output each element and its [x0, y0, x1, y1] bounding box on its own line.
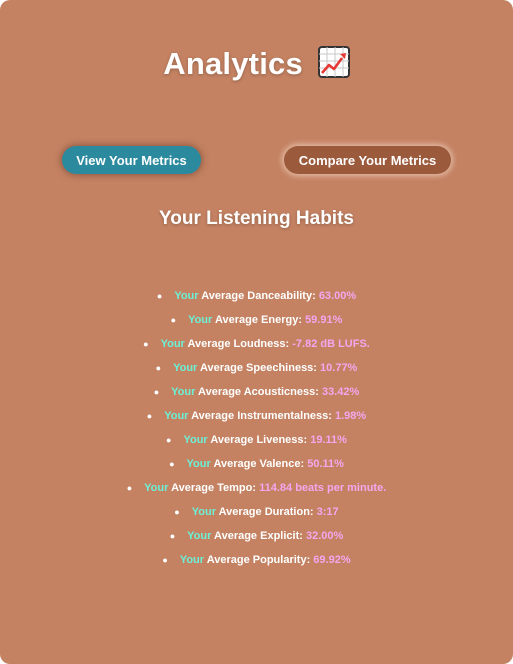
page-title: Analytics: [0, 44, 513, 84]
metric-your: Your: [186, 458, 211, 470]
chart-increasing-icon: [317, 46, 350, 78]
metric-your: Your: [173, 362, 198, 374]
metric-your: Your: [144, 482, 169, 494]
metric-your: Your: [187, 530, 212, 542]
metric-value: 10.77%: [320, 362, 358, 374]
metric-label: Average Liveness:: [210, 434, 308, 446]
metric-label: Average Popularity:: [206, 554, 311, 566]
section-title: Your Listening Habits: [159, 208, 354, 229]
metric-value: -7.82 dB LUFS.: [292, 338, 370, 350]
metric-label: Average Valence:: [213, 458, 305, 470]
metric-item-duration: ● Your Average Duration: 3:17: [0, 500, 513, 524]
metric-item-energy: ● Your Average Energy: 59.91%: [0, 308, 513, 332]
metric-value: 69.92%: [313, 554, 351, 566]
metric-value: 32.00%: [305, 530, 344, 542]
bullet-icon: ●: [170, 315, 177, 325]
metric-value: 114.84 beats per minute.: [259, 482, 387, 494]
metric-your: Your: [164, 410, 189, 422]
metric-item-explicit: ● Your Average Explicit: 32.00%: [0, 524, 513, 548]
metric-your: Your: [174, 290, 199, 302]
metric-your: Your: [183, 434, 208, 446]
metric-value: 3:17: [316, 506, 339, 518]
metric-item-speechiness: ● Your Average Speechiness: 10.77%: [0, 356, 513, 380]
view-metrics-button[interactable]: View Your Metrics: [62, 146, 201, 174]
metric-your: Your: [179, 554, 205, 566]
metrics-list: ● Your Average Danceability: 63.00% ● Your…: [0, 284, 513, 572]
analytics-panel: Analytics View Your Metrics Compare Your…: [0, 0, 513, 664]
metric-your: Your: [171, 386, 196, 398]
metric-item-popularity: ● Your Average Popularity: 69.92%: [0, 548, 513, 572]
bullet-icon: ●: [169, 531, 176, 541]
metric-item-loudness: ● Your Average Loudness: -7.82 dB LUFS.: [0, 332, 513, 356]
bullet-icon: ●: [174, 507, 180, 517]
metric-label: Average Explicit:: [214, 530, 303, 542]
metric-value: 1.98%: [335, 410, 367, 422]
compare-metrics-button[interactable]: Compare Your Metrics: [284, 146, 451, 174]
metric-item-acousticness: ● Your Average Acousticness: 33.42%: [0, 380, 513, 404]
metric-label: Average Acousticness:: [198, 386, 319, 398]
bullet-icon: ●: [156, 291, 163, 301]
metric-label: Average Duration:: [218, 506, 314, 518]
metric-label: Average Instrumentalness:: [191, 410, 332, 422]
bullet-icon: ●: [146, 411, 153, 421]
bullet-icon: ●: [169, 459, 175, 469]
metric-label: Average Speechiness:: [199, 362, 317, 374]
bullet-icon: ●: [155, 363, 162, 373]
metric-label: Average Energy:: [214, 314, 302, 326]
metric-label: Average Tempo:: [171, 482, 257, 494]
metric-value: 19.11%: [310, 434, 347, 446]
metric-value: 59.91%: [305, 314, 343, 326]
metric-value: 33.42%: [321, 386, 360, 398]
metric-value: 63.00%: [318, 290, 357, 302]
bullet-icon: ●: [162, 555, 168, 565]
bullet-icon: ●: [153, 387, 160, 397]
metric-value: 50.11%: [307, 458, 344, 470]
metric-item-valence: ● Your Average Valence: 50.11%: [0, 452, 513, 476]
metric-label: Average Danceability:: [201, 290, 316, 302]
metric-item-liveness: ● Your Average Liveness: 19.11%: [0, 428, 513, 452]
metric-your: Your: [188, 314, 213, 326]
metric-your: Your: [160, 338, 185, 350]
bullet-icon: ●: [126, 483, 133, 493]
metric-item-instrumentalness: ● Your Average Instrumentalness: 1.98%: [0, 404, 513, 428]
metric-label: Average Loudness:: [187, 338, 290, 350]
page-title-text: Analytics: [163, 46, 303, 81]
metric-item-danceability: ● Your Average Danceability: 63.00%: [0, 284, 513, 308]
metric-item-tempo: ● Your Average Tempo: 114.84 beats per mi…: [0, 476, 513, 500]
bullet-icon: ●: [143, 339, 149, 349]
bullet-icon: ●: [166, 435, 172, 445]
metric-your: Your: [191, 506, 216, 518]
